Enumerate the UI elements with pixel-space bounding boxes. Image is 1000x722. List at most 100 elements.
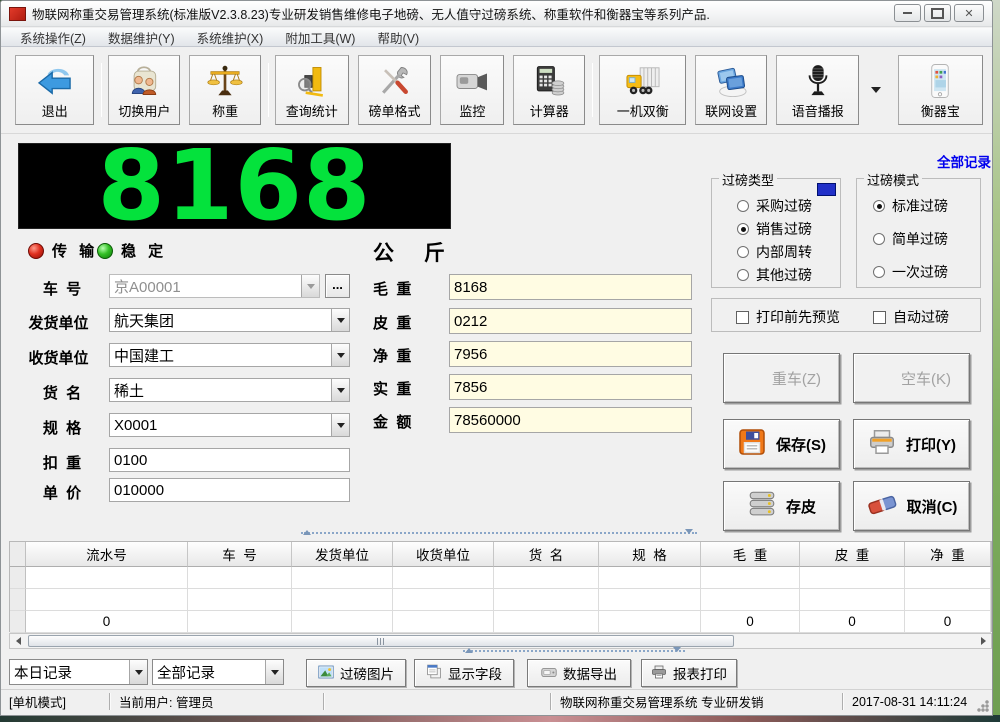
- cell: [905, 567, 991, 589]
- preview-before-print-checkbox[interactable]: 打印前先预览: [736, 307, 840, 327]
- weigh-type-color-flag: [817, 183, 836, 196]
- toolbar-monitor-button[interactable]: 监控: [440, 55, 504, 125]
- goods-dropdown-arrow[interactable]: [331, 379, 349, 401]
- net-weight-field[interactable]: [449, 341, 692, 367]
- radio-other-weigh[interactable]: 其他过磅: [737, 265, 812, 285]
- vehicle-no-dropdown-arrow[interactable]: [301, 275, 319, 297]
- filter-range-dropdown-arrow[interactable]: [129, 660, 147, 684]
- auto-weigh-checkbox[interactable]: 自动过磅: [873, 307, 949, 327]
- cancel-button[interactable]: 取消(C): [853, 481, 970, 531]
- radio-label: 简单过磅: [892, 229, 948, 249]
- toolbar-dual-scale-button[interactable]: 一机双衡: [599, 55, 686, 125]
- filter-scope-combobox[interactable]: [152, 659, 284, 685]
- menu-system-ops[interactable]: 系统操作(Z): [11, 27, 95, 48]
- store-tare-button[interactable]: 存皮: [723, 481, 840, 531]
- table-row[interactable]: [10, 589, 991, 611]
- vehicle-more-button[interactable]: ...: [325, 274, 350, 298]
- sender-dropdown-arrow[interactable]: [331, 309, 349, 331]
- deduct-weight-input[interactable]: [109, 448, 350, 472]
- col-serial[interactable]: 流水号: [26, 542, 188, 567]
- splitter-handle-bottom[interactable]: [463, 650, 685, 656]
- scroll-left-arrow[interactable]: [10, 634, 26, 648]
- save-button[interactable]: 保存(S): [723, 419, 840, 469]
- radio-onetime-weigh[interactable]: 一次过磅: [873, 262, 948, 282]
- col-net[interactable]: 净 重: [905, 542, 991, 567]
- goods-value[interactable]: [110, 379, 331, 401]
- menu-help[interactable]: 帮助(V): [368, 27, 428, 48]
- menu-data-maint[interactable]: 数据维护(Y): [99, 27, 184, 48]
- actual-weight-field[interactable]: [449, 374, 692, 400]
- toolbar-network-settings-button[interactable]: 联网设置: [695, 55, 767, 125]
- scroll-right-arrow[interactable]: [975, 634, 991, 648]
- filter-range-combobox[interactable]: [9, 659, 148, 685]
- data-export-button[interactable]: 数据导出: [527, 659, 631, 687]
- col-spec[interactable]: 规 格: [599, 542, 701, 567]
- toolbar-exit-button[interactable]: 退出: [15, 55, 94, 125]
- radio-selected-icon: [873, 200, 885, 212]
- resize-grip[interactable]: [976, 699, 989, 712]
- minimize-button[interactable]: [894, 4, 921, 22]
- menu-extra-tools[interactable]: 附加工具(W): [276, 27, 364, 48]
- goods-combobox[interactable]: [109, 378, 350, 402]
- display-fields-button[interactable]: 显示字段: [414, 659, 514, 687]
- splitter-handle-top[interactable]: [301, 532, 697, 538]
- toolbar-ticket-format-button[interactable]: 磅单格式: [358, 55, 432, 125]
- spec-combobox[interactable]: [109, 413, 350, 437]
- empty-vehicle-button[interactable]: 空车(K): [853, 353, 970, 403]
- scrollbar-thumb[interactable]: [28, 635, 734, 647]
- toolbar-calculator-button[interactable]: 计算器: [513, 55, 585, 125]
- filter-scope-value[interactable]: [153, 660, 265, 684]
- toolbar-switch-user-button[interactable]: 切换用户: [108, 55, 180, 125]
- receiver-dropdown-arrow[interactable]: [331, 344, 349, 366]
- radio-purchase-weigh[interactable]: 采购过磅: [737, 196, 812, 216]
- stable-lamp-icon: [97, 243, 113, 259]
- spec-dropdown-arrow[interactable]: [331, 414, 349, 436]
- toolbar-voice-broadcast-button[interactable]: 语音播报: [776, 55, 859, 125]
- weigh-photo-button[interactable]: 过磅图片: [306, 659, 406, 687]
- col-goods[interactable]: 货 名: [494, 542, 599, 567]
- report-print-label: 报表打印: [673, 663, 727, 683]
- cell: [599, 611, 701, 633]
- menu-system-maint[interactable]: 系统维护(X): [188, 27, 273, 48]
- unit-price-input[interactable]: [109, 478, 350, 502]
- receiver-combobox[interactable]: [109, 343, 350, 367]
- radio-internal-transfer[interactable]: 内部周转: [737, 242, 812, 262]
- voice-broadcast-dropdown[interactable]: [868, 55, 883, 125]
- spec-value[interactable]: [110, 414, 331, 436]
- radio-sales-weigh[interactable]: 销售过磅: [737, 219, 812, 239]
- toolbar-weigh-button[interactable]: 称重: [189, 55, 261, 125]
- arrow-right-icon: [981, 637, 986, 645]
- table-row[interactable]: [10, 567, 991, 589]
- filter-range-value[interactable]: [10, 660, 129, 684]
- col-sender[interactable]: 发货单位: [292, 542, 393, 567]
- maximize-button[interactable]: [924, 4, 951, 22]
- tare-weight-field[interactable]: [449, 308, 692, 334]
- col-tare[interactable]: 皮 重: [800, 542, 905, 567]
- col-vehicle[interactable]: 车 号: [188, 542, 292, 567]
- col-receiver[interactable]: 收货单位: [393, 542, 494, 567]
- sender-value[interactable]: [110, 309, 331, 331]
- radio-simple-weigh[interactable]: 简单过磅: [873, 229, 948, 249]
- gross-weight-field[interactable]: [449, 274, 692, 300]
- vehicle-no-combobox[interactable]: [109, 274, 320, 298]
- report-print-button[interactable]: 报表打印: [641, 659, 737, 687]
- amount-field[interactable]: [449, 407, 692, 433]
- print-button[interactable]: 打印(Y): [853, 419, 970, 469]
- row-selector: [10, 567, 26, 589]
- filter-scope-dropdown-arrow[interactable]: [265, 660, 283, 684]
- heavy-vehicle-button[interactable]: 重车(Z): [723, 353, 840, 403]
- col-gross[interactable]: 毛 重: [701, 542, 800, 567]
- radio-standard-weigh[interactable]: 标准过磅: [873, 196, 948, 216]
- receiver-value[interactable]: [110, 344, 331, 366]
- deduct-weight-label: 扣 重: [21, 452, 103, 473]
- vehicle-no-value[interactable]: [110, 275, 301, 297]
- close-button[interactable]: [954, 4, 984, 22]
- status-datetime: 2017-08-31 14:11:24: [844, 695, 975, 709]
- toolbar-weigh-label: 称重: [212, 101, 238, 120]
- all-records-link[interactable]: 全部记录: [1, 151, 991, 171]
- toolbar-scale-app-button[interactable]: 衡器宝: [898, 55, 983, 125]
- table-horizontal-scrollbar[interactable]: [9, 633, 992, 649]
- toolbar-query-stats-button[interactable]: 查询统计: [275, 55, 349, 125]
- sender-combobox[interactable]: [109, 308, 350, 332]
- chevron-down-icon: [337, 388, 345, 393]
